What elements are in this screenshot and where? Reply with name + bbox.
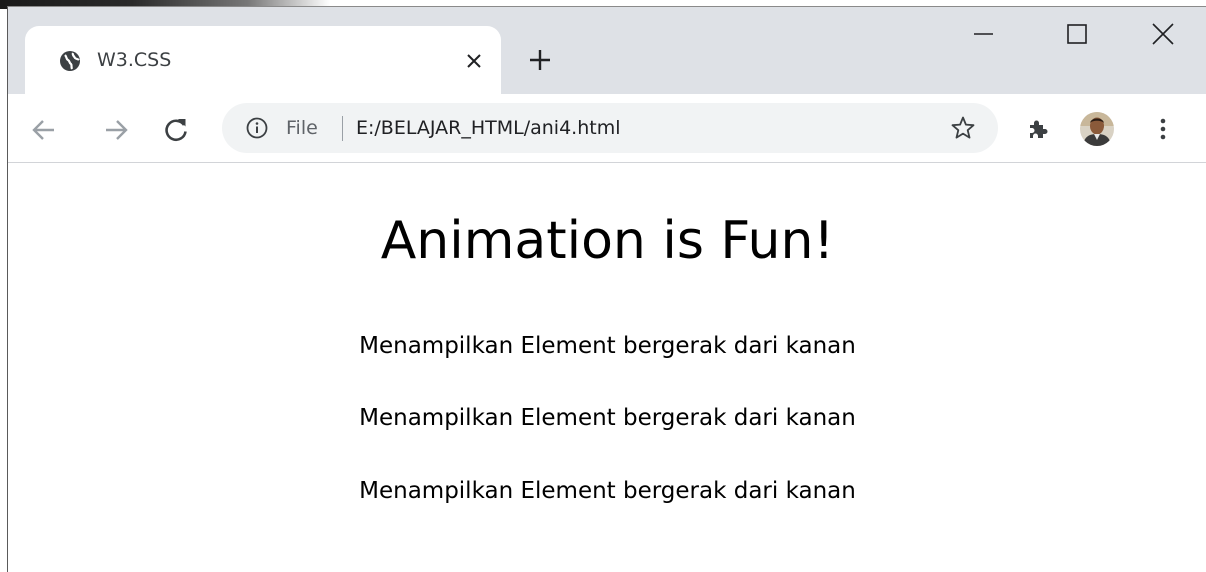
page-viewport: Animation is Fun! Menampilkan Element be…: [8, 163, 1206, 572]
reload-icon[interactable]: [162, 116, 190, 144]
screenshot: W3.CSS File E:/BELAJAR_HTML/ani4.html An…: [0, 0, 1206, 572]
omnibox-divider: [342, 116, 343, 141]
puzzle-icon[interactable]: [1026, 117, 1050, 141]
globe-icon: [59, 50, 81, 72]
tab-close-icon[interactable]: [465, 52, 483, 70]
address-bar[interactable]: File E:/BELAJAR_HTML/ani4.html: [222, 103, 998, 153]
avatar[interactable]: [1080, 112, 1114, 146]
minimize-icon[interactable]: [971, 21, 997, 47]
browser-window: W3.CSS File E:/BELAJAR_HTML/ani4.html An…: [7, 6, 1206, 572]
page-title: Animation is Fun!: [380, 211, 835, 271]
close-icon[interactable]: [1150, 21, 1176, 47]
kebab-menu-icon[interactable]: [1158, 116, 1168, 142]
arrow-left-icon[interactable]: [30, 116, 58, 144]
scheme-label: File: [286, 117, 318, 139]
animated-text-3: Menampilkan Element bergerak dari kanan: [359, 478, 856, 504]
url-text[interactable]: E:/BELAJAR_HTML/ani4.html: [356, 115, 620, 141]
animated-text-1: Menampilkan Element bergerak dari kanan: [359, 333, 856, 359]
plus-icon[interactable]: [527, 47, 553, 73]
animated-text-2: Menampilkan Element bergerak dari kanan: [359, 405, 856, 431]
arrow-right-icon[interactable]: [102, 116, 130, 144]
tab-title: W3.CSS: [97, 49, 172, 71]
info-icon[interactable]: [246, 117, 268, 139]
star-icon[interactable]: [950, 115, 976, 141]
maximize-icon[interactable]: [1064, 21, 1090, 47]
browser-toolbar: File E:/BELAJAR_HTML/ani4.html: [8, 94, 1206, 163]
tab-active[interactable]: W3.CSS: [25, 26, 501, 94]
tab-strip: W3.CSS: [8, 7, 1206, 94]
